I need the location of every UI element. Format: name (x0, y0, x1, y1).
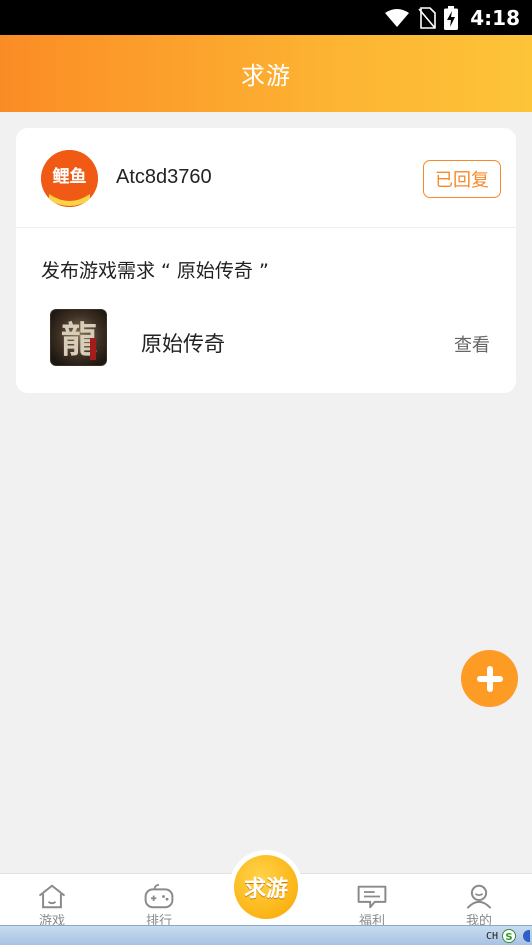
username[interactable]: Atc8d3760 (116, 166, 212, 189)
system-tray: CH S (486, 928, 532, 944)
app-logo-icon: 鲤鱼 (41, 150, 98, 207)
page-title: 求游 (241, 62, 291, 90)
battery-charging-icon (444, 6, 459, 30)
tab-request-game[interactable]: 求游 (229, 850, 303, 924)
game-row[interactable]: 龍 原始传奇 查看 (16, 300, 516, 380)
gamepad-icon (144, 884, 174, 909)
request-description: 发布游戏需求 “ 原始传奇 ” (41, 260, 269, 282)
view-button[interactable]: 查看 (454, 331, 490, 357)
game-name: 原始传奇 (141, 332, 225, 356)
help-icon[interactable] (520, 929, 530, 943)
message-icon (357, 885, 387, 909)
add-request-button[interactable] (461, 650, 518, 707)
svg-text:S: S (505, 932, 512, 943)
input-method-icon[interactable]: S (502, 929, 516, 943)
tab-benefits[interactable]: 福利 (342, 884, 402, 929)
status-badge: 已回复 (423, 160, 501, 198)
tab-request-game-badge: 求游 (234, 855, 298, 919)
tab-games[interactable]: 游戏 (22, 884, 82, 929)
avatar-text: 鲤鱼 (52, 166, 87, 187)
host-taskbar: CH S (0, 925, 532, 945)
home-icon (38, 884, 66, 909)
status-time: 4:18 (470, 6, 520, 30)
plus-icon (476, 665, 503, 692)
no-sim-icon (418, 7, 437, 29)
input-language[interactable]: CH (486, 931, 498, 942)
wifi-icon (385, 9, 410, 27)
tab-profile[interactable]: 我的 (449, 884, 509, 929)
dragon-game-icon: 龍 (51, 310, 106, 365)
avatar[interactable]: 鲤鱼 (41, 150, 98, 207)
status-icons: 4:18 (384, 5, 520, 31)
request-card[interactable]: 鲤鱼 Atc8d3760 已回复 发布游戏需求 “ 原始传奇 ” 龍 原始传奇 … (16, 128, 516, 393)
status-bar: 4:18 (0, 0, 532, 35)
app-header: 求游 (0, 35, 532, 112)
user-icon (466, 884, 492, 909)
request-card-header: 鲤鱼 Atc8d3760 已回复 (16, 128, 516, 228)
tab-ranking[interactable]: 排行 (129, 884, 189, 929)
game-icon[interactable]: 龍 (50, 309, 107, 366)
